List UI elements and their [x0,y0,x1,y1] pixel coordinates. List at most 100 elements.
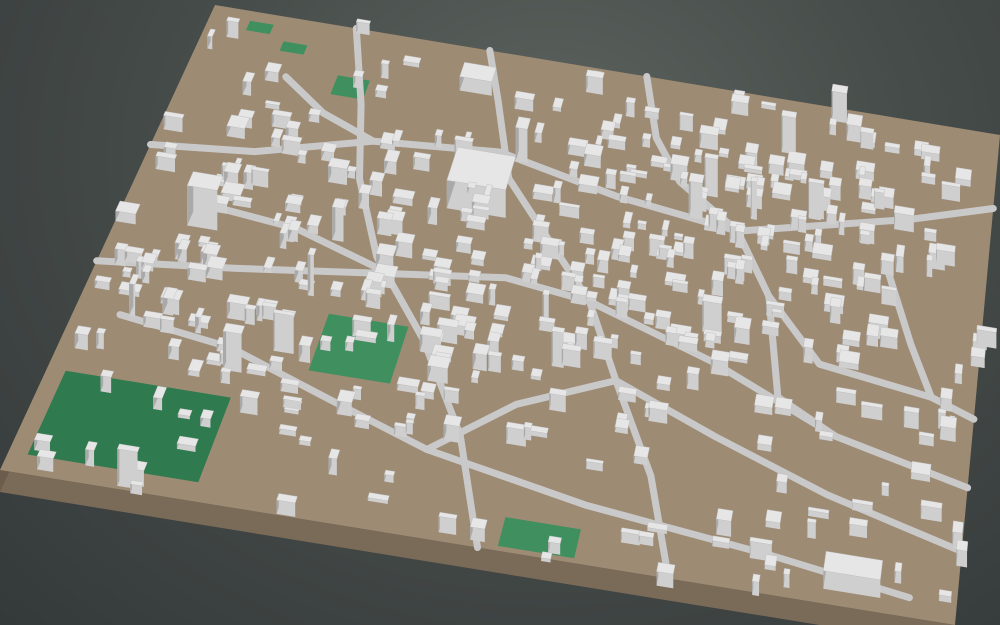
building [860,126,875,150]
building [894,561,903,584]
building [469,517,488,543]
building [630,350,642,366]
building [239,389,261,416]
building [438,511,458,536]
building [637,219,648,231]
building [941,180,961,202]
building [733,315,752,345]
building [686,366,701,391]
building [384,469,396,484]
building [428,290,452,312]
building [710,349,731,377]
building [704,331,717,349]
building [797,215,807,234]
building [976,324,997,349]
building [459,62,497,96]
building [280,377,301,394]
building [835,386,857,406]
building [405,419,415,435]
building [859,229,871,245]
building [783,568,791,589]
building [954,363,964,385]
building [220,367,232,385]
building [642,132,652,148]
building [910,461,932,482]
building [356,18,371,36]
building [251,166,270,188]
building [365,287,383,310]
building [761,319,780,337]
building [226,16,241,39]
building [648,400,670,424]
building [863,272,882,294]
building [644,105,660,120]
building [273,309,296,355]
building [592,273,606,289]
building [754,393,775,416]
building [831,83,849,124]
building [511,354,526,372]
building [768,154,786,176]
building [842,329,861,348]
building [764,554,778,571]
building [765,509,783,530]
building [903,405,920,430]
building [298,435,313,447]
building [829,117,838,136]
building [939,415,958,443]
building [376,210,394,237]
building [155,151,178,173]
map-viewport[interactable] [0,0,1000,625]
building [412,151,432,172]
building [808,177,825,220]
building [607,133,627,151]
building [547,535,562,555]
building [893,205,915,233]
building [633,445,650,466]
building [143,310,164,330]
building [585,69,605,95]
building [159,315,176,335]
building [803,337,815,364]
building [688,172,705,220]
building [614,417,631,435]
building [771,181,793,201]
building [750,176,758,220]
building [781,109,798,155]
building [561,343,582,369]
building [514,90,536,112]
building [848,517,869,539]
building [881,285,897,307]
building [487,350,503,373]
building [866,323,880,348]
building [734,223,746,249]
building [130,480,144,496]
building [617,386,638,403]
building [774,396,793,417]
building [846,113,864,143]
city-model-3d[interactable] [0,0,1000,625]
building [638,530,655,547]
building [829,296,842,325]
building [879,326,899,350]
building [751,573,761,597]
building [807,518,817,539]
building [811,241,834,262]
building [269,355,285,372]
building [778,286,793,302]
building [443,386,460,404]
building [434,275,450,292]
building [570,284,589,306]
building [615,296,629,319]
building [586,290,599,302]
building [924,227,937,242]
building [938,589,952,603]
building [730,93,750,117]
building [163,111,185,133]
building [918,431,935,447]
building [593,335,614,362]
building [679,111,694,132]
building [921,171,936,185]
building [579,227,596,246]
building [540,551,553,563]
